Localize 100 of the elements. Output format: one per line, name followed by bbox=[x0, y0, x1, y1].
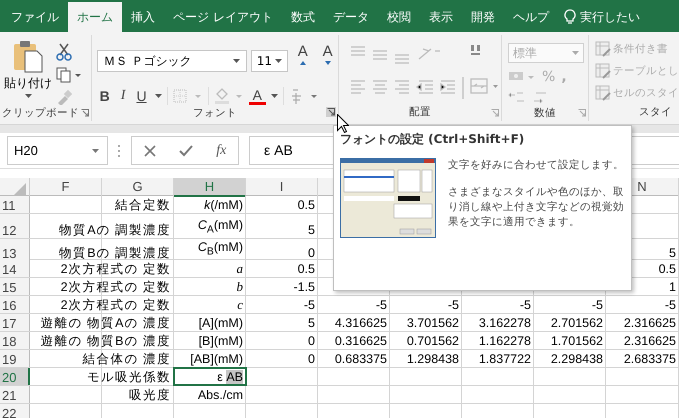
cancel-icon[interactable] bbox=[144, 144, 156, 156]
tooltip-description: 文字を好みに合わせて設定します。 bbox=[448, 158, 625, 173]
italic-button[interactable]: I bbox=[118, 87, 128, 105]
decrease-font-size-button[interactable]: A bbox=[317, 43, 338, 79]
cell-text: 2.701562 bbox=[550, 315, 603, 331]
cell-text: 0.5 bbox=[298, 261, 315, 277]
caret-icon bbox=[24, 94, 32, 98]
row-header[interactable]: 14 bbox=[0, 260, 30, 277]
cell-text: 物質Bの 調製濃度 bbox=[59, 244, 171, 260]
copy-icon[interactable] bbox=[56, 67, 82, 83]
ribbon-tab[interactable]: ヘルプ bbox=[504, 2, 558, 32]
ribbon-tab[interactable]: ファイル bbox=[2, 2, 68, 32]
row-header[interactable]: 13 bbox=[0, 239, 30, 260]
cell-text: b bbox=[236, 279, 243, 295]
ribbon-tab[interactable]: 挿入 bbox=[122, 2, 164, 32]
row-header[interactable]: 21 bbox=[0, 386, 30, 403]
font-name-dropdown[interactable]: ＭＳ Ｐゴシック bbox=[96, 50, 247, 72]
dialog-launcher-icon[interactable] bbox=[491, 109, 499, 117]
row-header[interactable]: 20 bbox=[0, 368, 30, 385]
row-header[interactable]: 17 bbox=[0, 314, 30, 331]
caret-icon bbox=[572, 51, 579, 55]
cell-text: 2次方程式の 定数 bbox=[60, 297, 171, 313]
cell-text: -5 bbox=[304, 297, 315, 313]
format-painter-icon[interactable] bbox=[56, 89, 72, 105]
tell-me-text: 実行したい bbox=[580, 8, 640, 26]
clipboard-icon bbox=[12, 39, 44, 73]
underline-button[interactable]: U bbox=[133, 87, 150, 105]
cell-text: 1.298438 bbox=[406, 351, 459, 367]
fill-bucket-icon[interactable] bbox=[214, 88, 244, 104]
cell-text: 0 bbox=[308, 244, 315, 260]
cell-text: 1.837722 bbox=[478, 351, 531, 367]
cell-text: c bbox=[237, 297, 243, 313]
dialog-launcher-icon[interactable] bbox=[326, 107, 336, 117]
column-header[interactable]: I bbox=[246, 178, 318, 197]
cell-text: a bbox=[236, 261, 243, 277]
increase-font-size-button[interactable]: A bbox=[292, 43, 314, 79]
group-label: フォント bbox=[192, 106, 237, 120]
cell-text: 遊離の 物質Aの 濃度 bbox=[40, 315, 171, 331]
column-header[interactable]: H bbox=[174, 178, 246, 197]
row-header[interactable]: 12 bbox=[0, 214, 30, 238]
font-color-button[interactable]: A bbox=[248, 88, 266, 104]
cell-text: [B](mM) bbox=[198, 333, 243, 349]
table-style-icon bbox=[595, 85, 611, 101]
ribbon-tab[interactable]: データ bbox=[324, 2, 378, 32]
up-triangle-icon bbox=[300, 61, 306, 65]
group-label: 数値 bbox=[534, 106, 556, 120]
caret-icon bbox=[275, 59, 282, 63]
cell-text: -5 bbox=[448, 297, 459, 313]
font-size-dropdown[interactable]: 11 bbox=[250, 50, 288, 72]
column-header[interactable]: F bbox=[30, 178, 102, 197]
paste-button[interactable]: 貼り付け bbox=[6, 39, 50, 105]
caret-icon[interactable] bbox=[270, 94, 278, 98]
caret-icon[interactable] bbox=[154, 94, 162, 98]
row-header[interactable]: 18 bbox=[0, 332, 30, 349]
group-label: クリップボード bbox=[2, 106, 79, 120]
ribbon-tab[interactable]: 校閲 bbox=[378, 2, 420, 32]
cell-text: 4.316625 bbox=[334, 315, 387, 331]
borders-icon[interactable] bbox=[172, 89, 203, 103]
table-style-icon bbox=[595, 41, 611, 57]
group-label: スタイ bbox=[639, 105, 672, 119]
cell-text: モル吸光係数 bbox=[87, 369, 171, 385]
row-header[interactable]: 16 bbox=[0, 296, 30, 313]
cell-text: 1.162278 bbox=[478, 333, 531, 349]
cell-text: 3.701562 bbox=[406, 315, 459, 331]
scissors-icon[interactable] bbox=[56, 43, 72, 61]
cell-text: 0 bbox=[308, 351, 315, 367]
cell-text: [AB](mM) bbox=[190, 351, 243, 367]
row-header[interactable]: 11 bbox=[0, 196, 30, 213]
enter-check-icon[interactable] bbox=[178, 144, 193, 156]
cell-text: 2.316625 bbox=[624, 333, 676, 349]
ribbon-tab[interactable]: 数式 bbox=[282, 2, 324, 32]
row-header[interactable]: 22 bbox=[0, 404, 30, 418]
cell-text: 遊離の 物質Bの 濃度 bbox=[40, 333, 171, 349]
ribbon-tab[interactable]: ホーム bbox=[68, 2, 122, 32]
dialog-launcher-icon[interactable] bbox=[578, 109, 586, 117]
cell-text: C$_{B}$(mM) bbox=[198, 239, 243, 260]
insert-function-button[interactable]: fx bbox=[216, 142, 226, 158]
cell-text: -5 bbox=[592, 297, 603, 313]
down-triangle-icon bbox=[325, 61, 332, 65]
ribbon-tab[interactable]: ページ レイアウト bbox=[164, 2, 282, 32]
dialog-launcher-icon[interactable] bbox=[80, 109, 89, 117]
cell-text: 1.701562 bbox=[550, 333, 603, 349]
tell-me-search[interactable]: 実行したい bbox=[564, 2, 640, 32]
cell-text: 5 bbox=[669, 244, 676, 260]
bold-button[interactable]: B bbox=[96, 87, 113, 105]
row-header[interactable]: 15 bbox=[0, 278, 30, 295]
cell-text: 2.683375 bbox=[624, 351, 676, 367]
name-box[interactable]: H20 bbox=[7, 136, 108, 165]
ribbon-tab[interactable]: 開発 bbox=[462, 2, 504, 32]
cell-text: -5 bbox=[664, 297, 676, 313]
lightbulb-icon bbox=[564, 9, 576, 25]
cell-text: 物質Aの 調製濃度 bbox=[59, 222, 171, 238]
grip-icon[interactable] bbox=[118, 144, 121, 158]
row-header[interactable]: 19 bbox=[0, 350, 30, 367]
cell-text: 0.316625 bbox=[334, 333, 387, 349]
ribbon-tab[interactable]: 表示 bbox=[420, 2, 462, 32]
cell-text: 0 bbox=[308, 333, 315, 349]
cell-text: Abs./cm bbox=[198, 387, 243, 403]
cell-text: ε AB bbox=[217, 369, 243, 385]
cell-text: 2.316625 bbox=[624, 315, 676, 331]
